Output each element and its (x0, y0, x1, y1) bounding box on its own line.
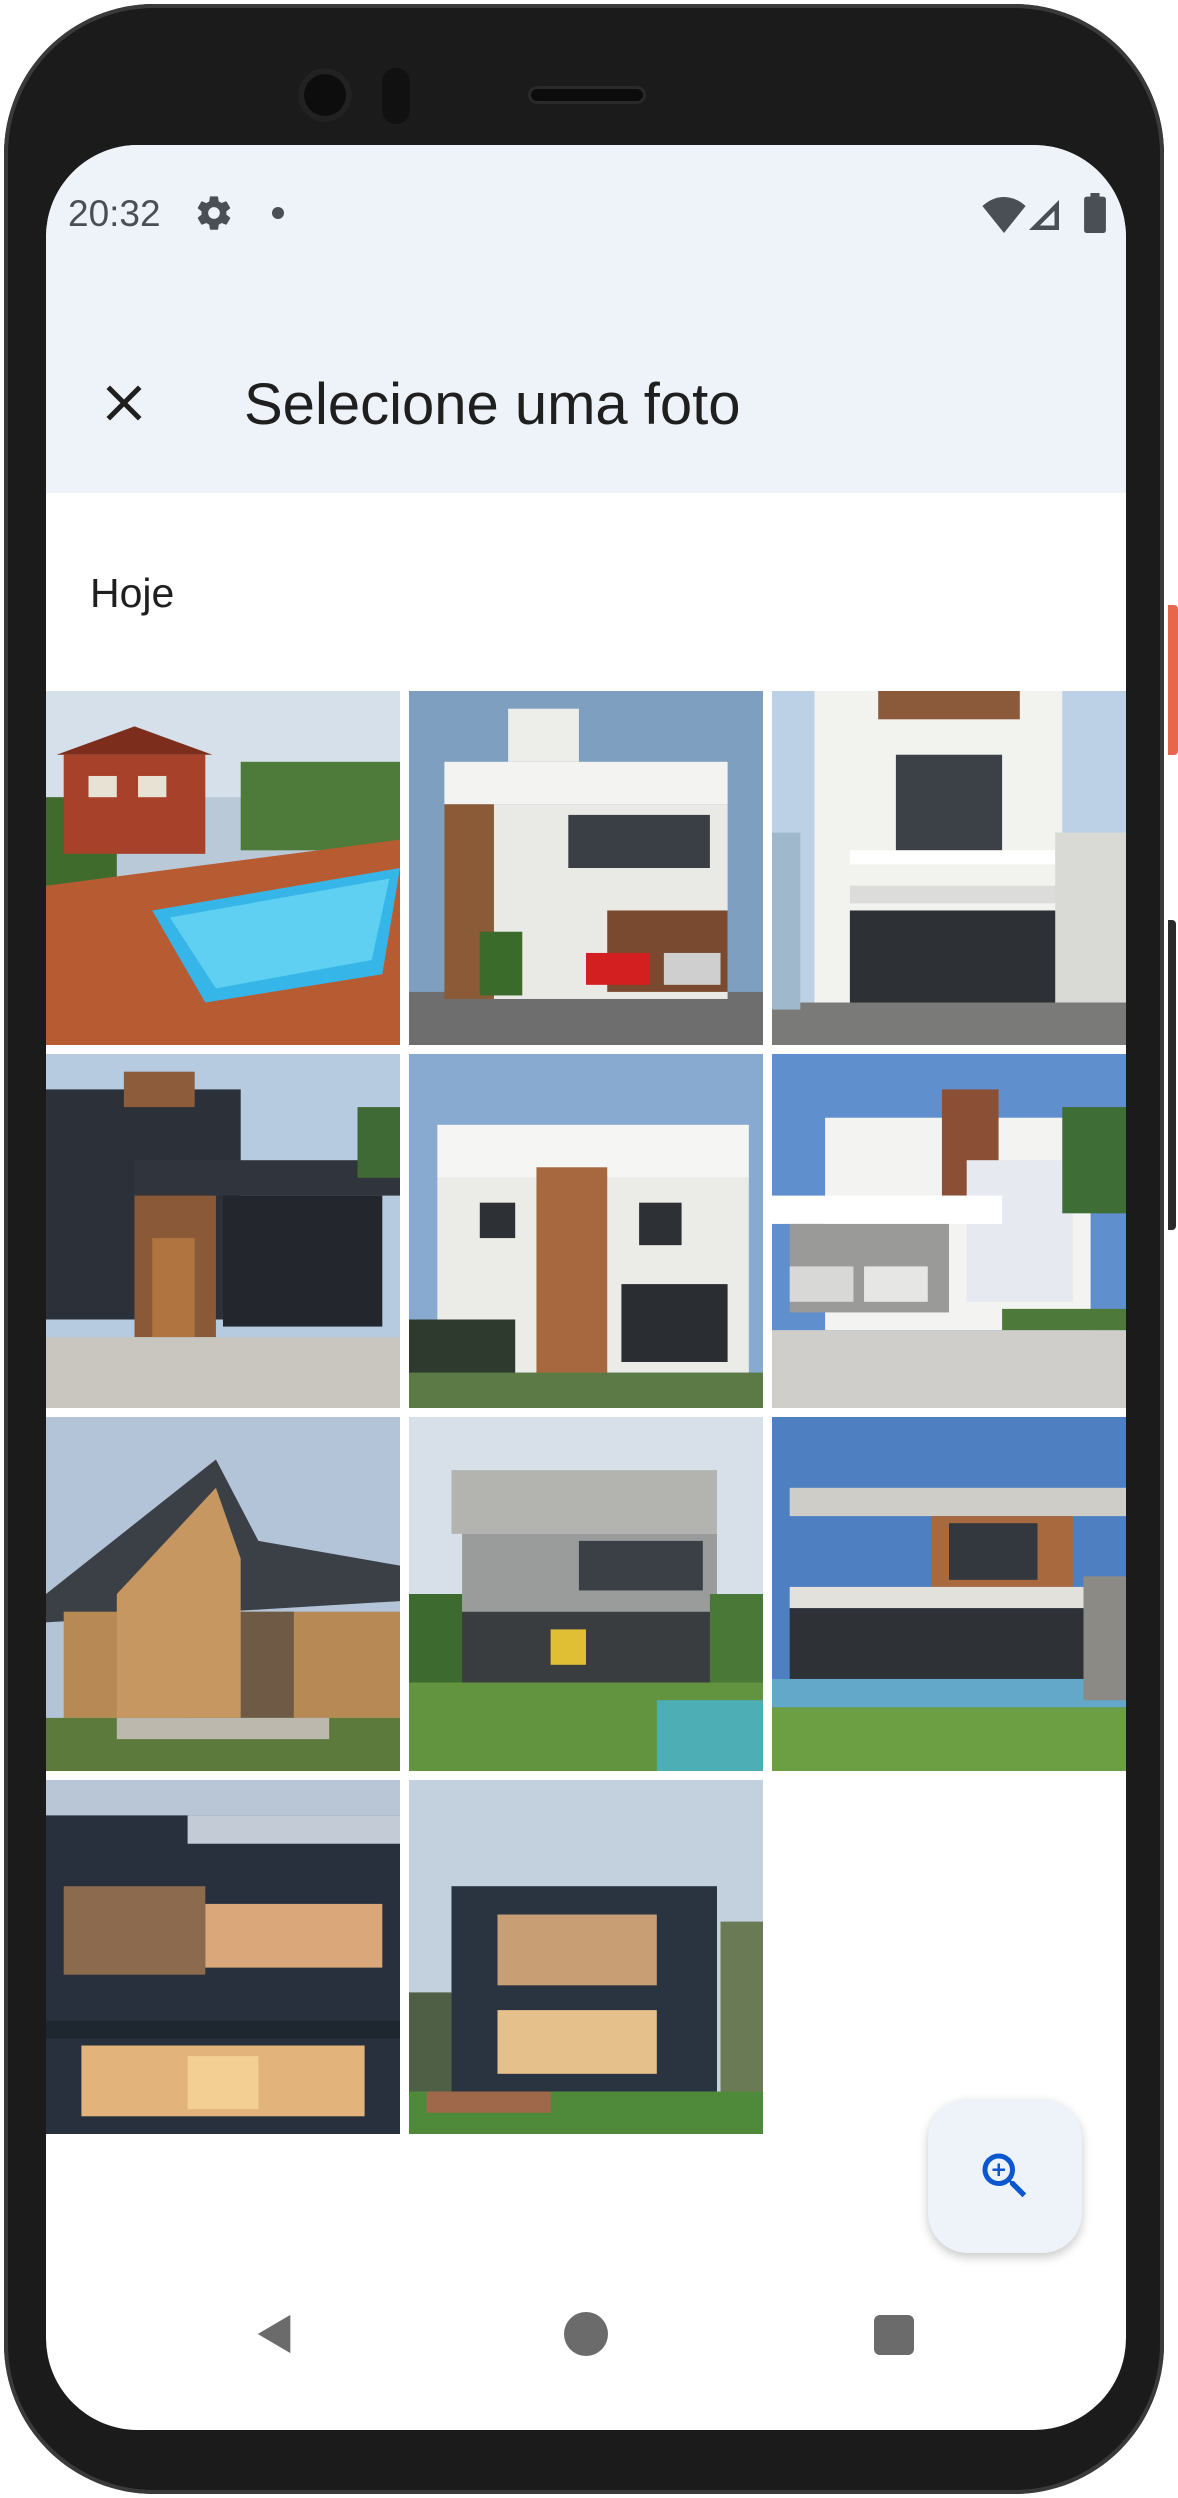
cellular-signal-icon (1029, 200, 1059, 230)
system-nav-bar (46, 2285, 1126, 2430)
notification-dot-icon (272, 207, 284, 219)
photo-thumbnail-dark-house-wood-door[interactable] (46, 1054, 400, 1408)
status-time: 20:32 (68, 193, 161, 234)
front-camera (298, 68, 352, 122)
photo-thumbnail-dark-house-dusk[interactable] (46, 1780, 400, 2134)
battery-icon (1084, 193, 1106, 233)
volume-button (1168, 920, 1176, 1230)
phone-frame: 20:32 Selecione uma foto Hoje (0, 0, 1178, 2498)
photo-thumbnail-white-house-two-cars[interactable] (772, 1054, 1126, 1408)
earpiece-speaker (528, 86, 646, 104)
photo-thumbnail-dark-house-terrace[interactable] (409, 1780, 763, 2134)
top-app-bar: 20:32 Selecione uma foto (46, 145, 1126, 493)
close-icon[interactable] (94, 373, 154, 433)
zoom-button[interactable] (928, 2099, 1082, 2253)
home-icon[interactable] (564, 2312, 608, 2356)
power-button (1168, 605, 1178, 755)
proximity-sensor (382, 68, 410, 124)
photo-thumbnail-concrete-house-garden[interactable] (409, 1417, 763, 1771)
page-title: Selecione uma foto (244, 372, 741, 437)
wifi-icon (982, 197, 1026, 233)
recents-icon[interactable] (874, 2315, 914, 2355)
photo-thumbnail-white-two-story-house[interactable] (772, 691, 1126, 1045)
screen: 20:32 Selecione uma foto Hoje (46, 145, 1126, 2430)
date-section-label: Hoje (90, 570, 175, 616)
photo-thumbnail-wooden-slanted-roof-house[interactable] (46, 1417, 400, 1771)
back-icon[interactable] (252, 2311, 298, 2357)
photo-thumbnail-house-with-pool[interactable] (46, 691, 400, 1045)
photo-thumbnail-house-with-pool-lawn[interactable] (772, 1417, 1126, 1771)
photo-thumbnail-modern-house-red-car[interactable] (409, 691, 763, 1045)
photo-thumbnail-white-house-wood-panel[interactable] (409, 1054, 763, 1408)
zoom-in-icon (982, 2153, 1027, 2198)
gear-icon (197, 196, 231, 230)
